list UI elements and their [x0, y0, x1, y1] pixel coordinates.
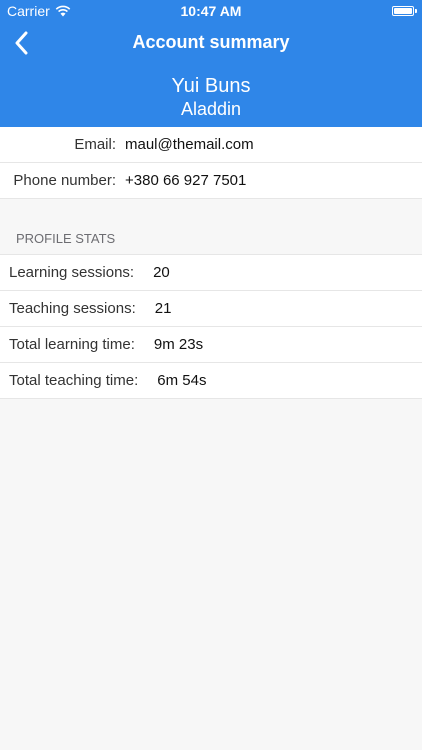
stat-row-total-learning-time: Total learning time: 9m 23s — [0, 327, 422, 363]
stat-row-total-teaching-time: Total teaching time: 6m 54s — [0, 363, 422, 399]
stat-label: Teaching sessions: — [9, 300, 136, 317]
profile-summary: Yui Buns Aladdin — [0, 64, 422, 120]
page-title: Account summary — [132, 32, 290, 52]
contact-info-section: Email: maul@themail.com Phone number: +3… — [0, 127, 422, 199]
stat-value: 20 — [153, 264, 170, 281]
stat-label: Learning sessions: — [9, 264, 135, 281]
phone-row: Phone number: +380 66 927 7501 — [0, 163, 422, 199]
email-row: Email: maul@themail.com — [0, 127, 422, 163]
phone-label: Phone number: — [13, 172, 116, 189]
profile-stats-section: Learning sessions: 20 Teaching sessions:… — [0, 255, 422, 399]
user-name: Yui Buns — [171, 75, 251, 97]
stat-row-learning-sessions: Learning sessions: 20 — [0, 255, 422, 291]
profile-stats-header: PROFILE STATS — [0, 199, 422, 255]
navigation-bar: Account summary — [0, 22, 422, 64]
header: Carrier 10:47 AM Account summary Yui Bun… — [0, 0, 422, 127]
stat-value: 21 — [154, 300, 172, 317]
stat-value: 9m 23s — [153, 336, 204, 353]
phone-value: +380 66 927 7501 — [125, 172, 247, 189]
stat-label: Total learning time: — [9, 336, 135, 353]
stat-row-teaching-sessions: Teaching sessions: 21 — [0, 291, 422, 327]
user-subtitle: Aladdin — [180, 99, 242, 119]
email-value: maul@themail.com — [125, 136, 254, 153]
battery-icon — [392, 6, 417, 16]
stat-value: 6m 54s — [157, 372, 207, 389]
stat-label: Total teaching time: — [9, 372, 139, 389]
status-time: 10:47 AM — [180, 3, 242, 19]
email-label: Email: — [74, 136, 116, 153]
status-bar: Carrier 10:47 AM — [0, 0, 422, 22]
